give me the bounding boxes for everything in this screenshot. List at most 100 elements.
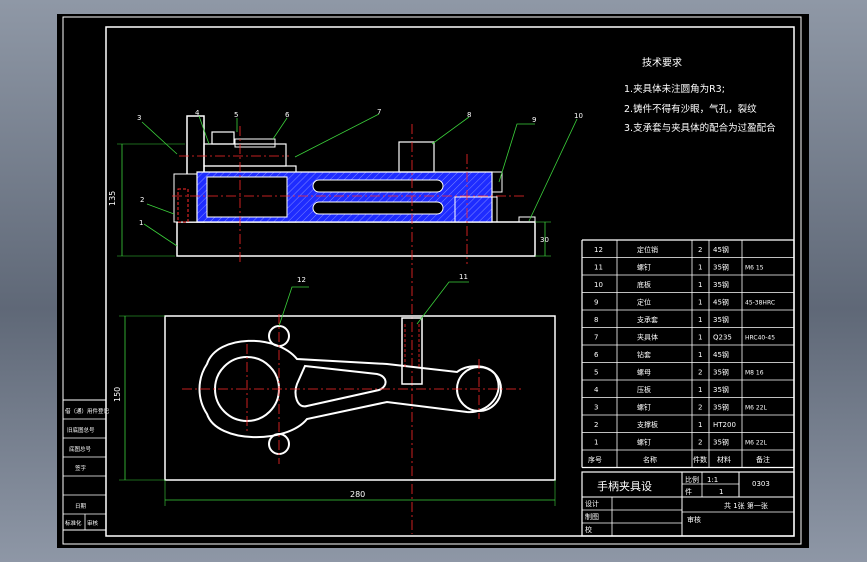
callout-12: 12	[297, 276, 306, 284]
title-block-scale-label: 比例	[685, 475, 699, 484]
slot-lower	[312, 201, 444, 215]
bom-row-no: 3	[594, 404, 598, 412]
bom-header-name: 名称	[643, 455, 657, 464]
support-sleeve	[398, 141, 435, 173]
bom-header-no: 序号	[588, 455, 602, 464]
title-block-scale: 1:1	[707, 476, 718, 484]
title-block-sheets: 共 1张 第一张	[724, 501, 768, 510]
bom-row-no: 8	[594, 316, 598, 324]
bom-row-material: 35钢	[713, 368, 729, 377]
bom-row-material: 35钢	[713, 438, 729, 447]
handle-window	[294, 364, 387, 408]
slot-upper	[312, 179, 444, 193]
bom-row-no: 10	[594, 281, 603, 289]
bom-row-name: 螺母	[637, 368, 651, 377]
bom-row-no: 2	[594, 421, 598, 429]
dimension-depth-value: 150	[113, 387, 122, 402]
stamp-signature: 签字	[75, 464, 87, 472]
bom-row-material: 35钢	[713, 385, 729, 394]
bom-row-material: 35钢	[713, 403, 729, 412]
outer-frame	[62, 16, 802, 545]
bom-row-no: 5	[594, 369, 598, 377]
bom-row-qty: 1	[698, 316, 702, 324]
bom-header-material: 材料	[717, 455, 731, 464]
bom-row-qty: 2	[698, 439, 702, 447]
stamp-borrowed: 借（通）用件登记	[65, 407, 110, 415]
dimension-base: 30	[535, 221, 551, 257]
bom-row-qty: 1	[698, 299, 702, 307]
body-pocket	[206, 176, 288, 218]
bom-header-note: 备注	[756, 455, 770, 464]
dimension-depth: 150	[113, 315, 165, 481]
title-block-count: 1	[719, 488, 723, 496]
title-block-count-label: 件	[685, 487, 692, 496]
stamp-old-base: 旧底图总号	[67, 426, 95, 434]
bom-row-name: 底板	[637, 280, 651, 289]
bom-row-name: 支承套	[637, 315, 658, 324]
requirement-1: 1.夹具体未注圆角为R3;	[624, 83, 725, 95]
stamp-review: 审核	[87, 519, 99, 527]
callout-11: 11	[459, 273, 468, 281]
title-block-drawing-no: 0303	[752, 480, 770, 488]
title-block-check: 校	[585, 525, 592, 534]
front-view: 135 30 3 2 1 4 5 6 7 8 9 10	[108, 108, 583, 534]
bom-row-no: 11	[594, 264, 603, 272]
bom-row-material: 35钢	[713, 263, 729, 272]
dimension-height-value: 135	[108, 191, 117, 206]
bom-row-material: 35钢	[713, 315, 729, 324]
bom-row-material: 45钢	[713, 245, 729, 254]
callout-2: 2	[140, 196, 144, 204]
requirement-2: 2.铸件不得有沙眼，气孔，裂纹	[624, 103, 757, 115]
side-stamp: 借（通）用件登记 旧底图总号 底图总号 签字 日期 标准化 审核	[62, 399, 110, 531]
bom-header-qty: 件数	[693, 455, 707, 464]
bom-row-note: M6 22L	[745, 440, 768, 447]
bom-row-note: M6 15	[745, 265, 764, 272]
bom-row-qty: 1	[698, 264, 702, 272]
bill-of-materials: 12 定位销 2 45钢11 螺钉 1 35钢 M6 1510 底板 1 35钢9 定位 1 45钢 45-…	[581, 239, 795, 469]
callout-9: 9	[532, 116, 536, 124]
callout-10: 10	[574, 112, 583, 120]
base-plate	[176, 221, 536, 257]
stamp-standard: 标准化	[65, 519, 82, 527]
title-block-title: 手柄夹具设	[597, 479, 652, 493]
bom-row-material: 35钢	[713, 280, 729, 289]
stamp-base: 底图总号	[69, 445, 92, 453]
callout-4: 4	[195, 109, 200, 117]
bom-row-note: M8 16	[745, 370, 764, 377]
callout-3: 3	[137, 114, 141, 122]
bom-row-qty: 1	[698, 351, 702, 359]
clamp-bar	[234, 138, 276, 148]
bom-row-name: 螺钉	[637, 263, 651, 272]
bom-row-name: 夹具体	[637, 333, 658, 342]
title-block: 手柄夹具设 比例 1:1 件 1 0303 共 1张 第一张 设计 制图 校 审…	[581, 471, 795, 537]
bom-row-name: 螺钉	[637, 438, 651, 447]
bom-row-name: 定位	[637, 298, 651, 307]
plan-base-outline	[164, 315, 556, 481]
bom-row-qty: 1	[698, 386, 702, 394]
bom-row-note: HRC40-45	[745, 335, 775, 342]
dimension-base-value: 30	[540, 236, 549, 244]
title-block-review: 审核	[687, 515, 701, 524]
plan-leaders	[278, 281, 469, 327]
bom-row-no: 4	[594, 386, 599, 394]
bom-row-material: 45钢	[713, 298, 729, 307]
bom-row-note: M6 22L	[745, 405, 768, 412]
callout-5: 5	[234, 111, 238, 119]
drawing-sheet: 技术要求 1.夹具体未注圆角为R3; 2.铸件不得有沙眼，气孔，裂纹 3.支承套…	[57, 14, 809, 548]
bom-row-qty: 1	[698, 334, 702, 342]
callout-1: 1	[139, 219, 143, 227]
dimension-length: 280	[164, 480, 556, 506]
bom-row-no: 9	[594, 299, 598, 307]
stamp-date: 日期	[75, 503, 87, 510]
locator-pin	[491, 171, 503, 193]
title-block-design: 设计	[585, 499, 599, 508]
cad-drawing: 技术要求 1.夹具体未注圆角为R3; 2.铸件不得有沙眼，气孔，裂纹 3.支承套…	[62, 16, 802, 545]
bom-row-material: 45钢	[713, 350, 729, 359]
technical-requirements: 技术要求 1.夹具体未注圆角为R3; 2.铸件不得有沙眼，气孔，裂纹 3.支承套…	[624, 56, 776, 134]
bom-row-note: 45-38HRC	[745, 300, 775, 307]
bom-row-material: HT200	[713, 421, 736, 429]
requirement-3: 3.支承套与夹具体的配合为过盈配合	[624, 122, 776, 134]
dimension-height: 135	[108, 143, 185, 257]
plan-view: 12 11 150 280	[113, 273, 556, 506]
dimension-length-value: 280	[350, 490, 365, 499]
